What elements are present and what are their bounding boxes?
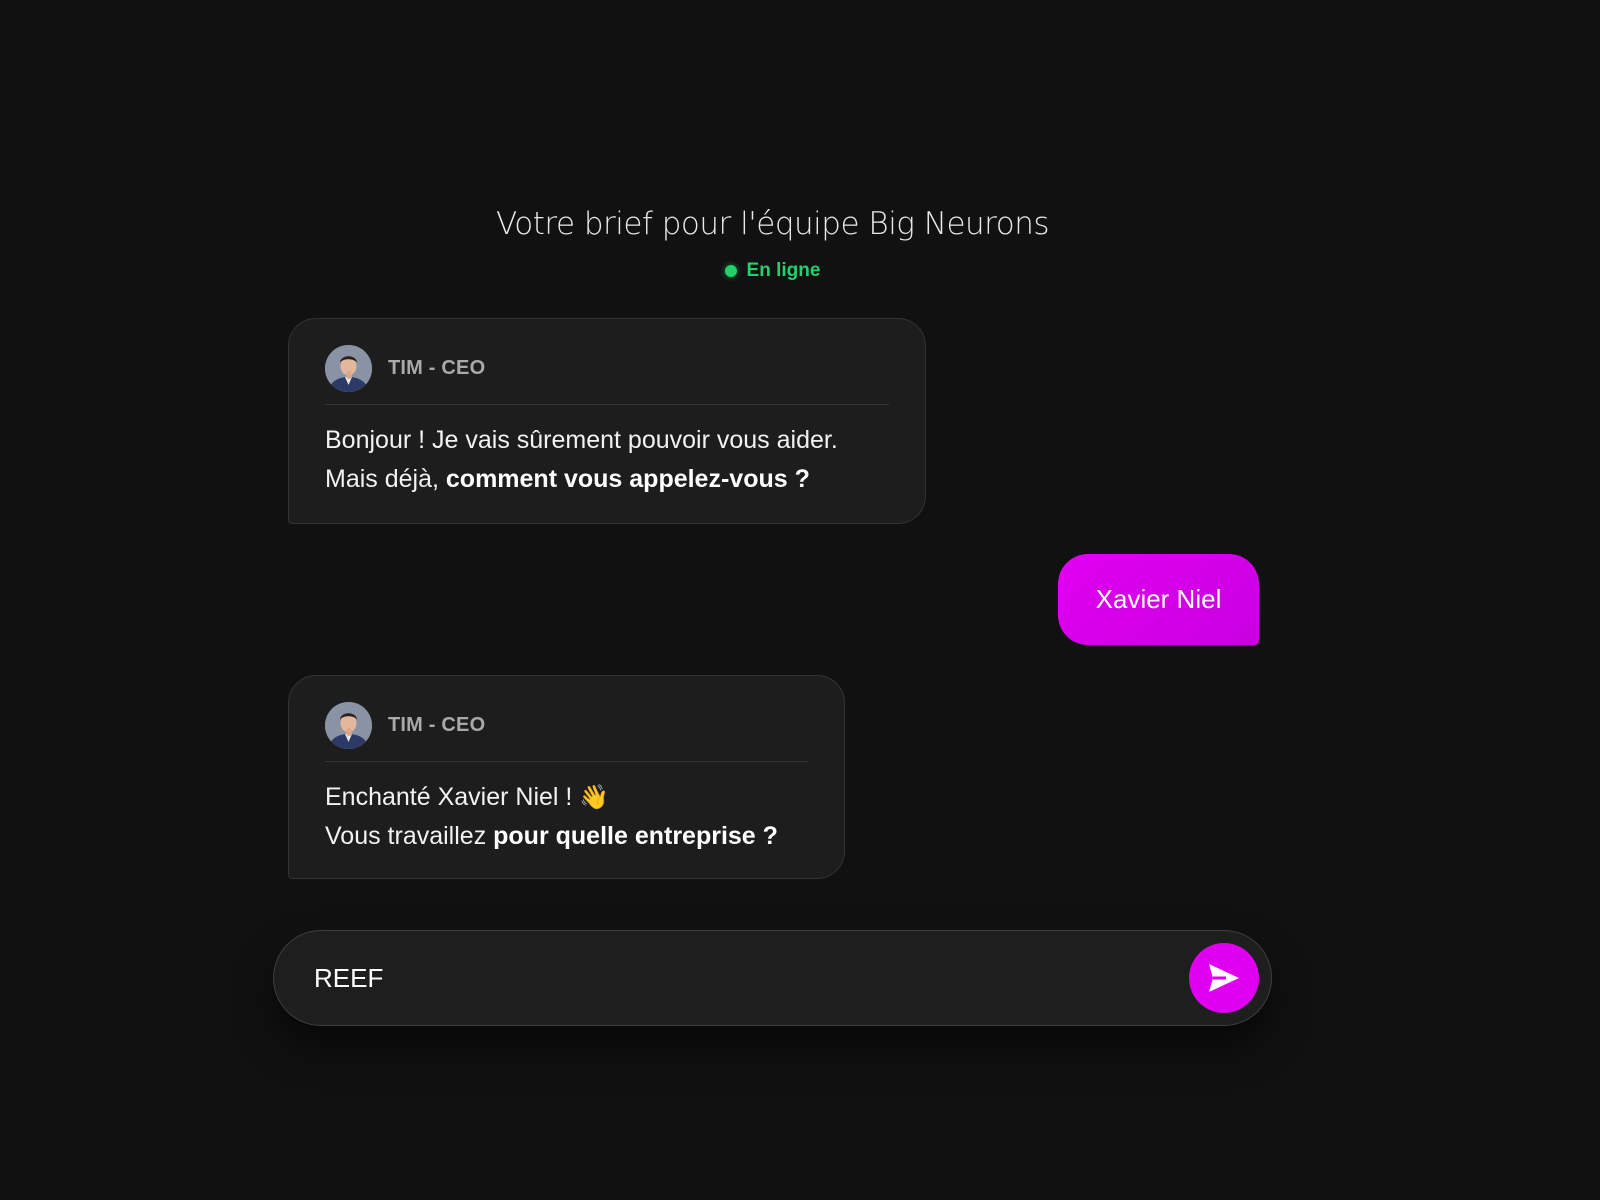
bot-message-line: Bonjour ! Je vais sûrement pouvoir vous … xyxy=(325,426,838,454)
message-composer xyxy=(273,930,1272,1026)
bot-author-name: TIM - CEO xyxy=(388,357,486,379)
send-button[interactable] xyxy=(1189,943,1259,1013)
user-message: Xavier Niel xyxy=(1058,554,1259,645)
bot-message-line: Mais déjà, comment vous appelez-vous ? xyxy=(325,460,889,499)
chat-header: Votre brief pour l'équipe Big Neurons En… xyxy=(0,206,1545,282)
bot-message-line: Vous travaillez pour quelle entreprise ? xyxy=(325,817,808,856)
user-message-text: Xavier Niel xyxy=(1095,584,1222,614)
message-input[interactable] xyxy=(314,962,1189,994)
status-dot-icon xyxy=(724,265,737,277)
page-title: Votre brief pour l'équipe Big Neurons xyxy=(495,206,1050,242)
avatar xyxy=(325,345,372,392)
online-status: En ligne xyxy=(724,260,821,282)
chat-page: Votre brief pour l'équipe Big Neurons En… xyxy=(0,0,1600,1200)
waving-hand-icon: 👋 xyxy=(579,783,610,811)
bot-message-question: comment vous appelez-vous ? xyxy=(445,465,810,493)
bot-message-text: Bonjour ! Je vais sûrement pouvoir vous … xyxy=(325,421,889,499)
bot-message: TIM - CEO Bonjour ! Je vais sûrement pou… xyxy=(288,318,926,524)
bot-message: TIM - CEO Enchanté Xavier Niel ! 👋 Vous … xyxy=(288,675,845,879)
avatar xyxy=(325,702,372,749)
bot-message-header: TIM - CEO xyxy=(325,345,889,405)
bot-message-plain: Vous travaillez xyxy=(325,822,494,850)
bot-message-plain: Enchanté Xavier Niel ! xyxy=(325,783,580,811)
online-status-label: En ligne xyxy=(746,260,821,281)
bot-message-plain: Mais déjà, xyxy=(325,465,446,493)
bot-message-text: Enchanté Xavier Niel ! 👋 Vous travaillez… xyxy=(325,778,808,856)
bot-message-question: pour quelle entreprise ? xyxy=(493,822,778,850)
bot-message-header: TIM - CEO xyxy=(325,702,808,762)
paper-plane-icon xyxy=(1209,964,1239,992)
bot-author-name: TIM - CEO xyxy=(388,714,486,736)
bot-message-line: Enchanté Xavier Niel ! 👋 xyxy=(325,778,808,817)
